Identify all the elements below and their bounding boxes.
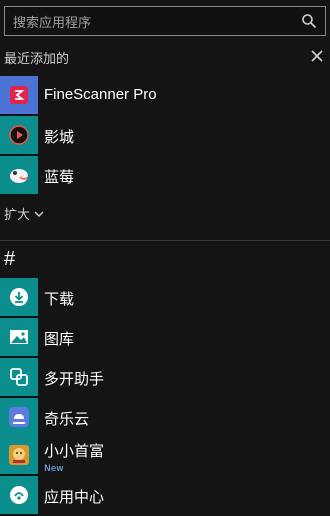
- app-label: 影城: [44, 129, 75, 146]
- app-label: 下载: [44, 291, 75, 308]
- app-item-xiaoxiaoshoufu[interactable]: 小小首富 New: [0, 436, 330, 476]
- multi-open-icon: [0, 358, 38, 396]
- section-divider: [0, 240, 330, 241]
- group-header[interactable]: #: [4, 248, 15, 271]
- app-item-finescanner[interactable]: FineScanner Pro: [0, 76, 330, 116]
- cinema-play-icon: [0, 116, 38, 154]
- app-item-app-center[interactable]: 应用中心: [0, 476, 330, 516]
- close-icon[interactable]: [310, 48, 324, 62]
- app-label: 小小首富: [44, 443, 105, 460]
- new-badge: New: [44, 464, 64, 474]
- app-label: 图库: [44, 331, 75, 348]
- finescanner-icon: [0, 76, 38, 114]
- app-item-multi-open[interactable]: 多开助手: [0, 358, 330, 398]
- app-label: 多开助手: [44, 371, 105, 388]
- search-input[interactable]: 搜索应用程序: [4, 6, 326, 36]
- chevron-down-icon: [34, 211, 44, 217]
- app-item-yingcheng[interactable]: 影城: [0, 116, 330, 156]
- app-item-gallery[interactable]: 图库: [0, 318, 330, 358]
- game-character-icon: [0, 436, 38, 474]
- app-label: 蓝莓: [44, 169, 75, 186]
- gallery-icon: [0, 318, 38, 356]
- app-item-download[interactable]: 下载: [0, 278, 330, 318]
- expand-button[interactable]: 扩大: [4, 204, 44, 223]
- app-center-icon: [0, 476, 38, 514]
- search-icon[interactable]: [301, 13, 317, 29]
- app-item-lanmei[interactable]: 蓝莓: [0, 156, 330, 196]
- cloud-icon: [0, 398, 38, 436]
- blueberry-character-icon: [0, 156, 38, 194]
- search-placeholder: 搜索应用程序: [13, 16, 92, 31]
- app-label: FineScanner Pro: [44, 86, 157, 103]
- recently-added-title: 最近添加的: [4, 52, 70, 67]
- app-label: 应用中心: [44, 489, 105, 506]
- expand-label: 扩大: [4, 208, 31, 223]
- app-label: 奇乐云: [44, 411, 90, 428]
- download-icon: [0, 278, 38, 316]
- app-item-qileyun[interactable]: 奇乐云: [0, 398, 330, 438]
